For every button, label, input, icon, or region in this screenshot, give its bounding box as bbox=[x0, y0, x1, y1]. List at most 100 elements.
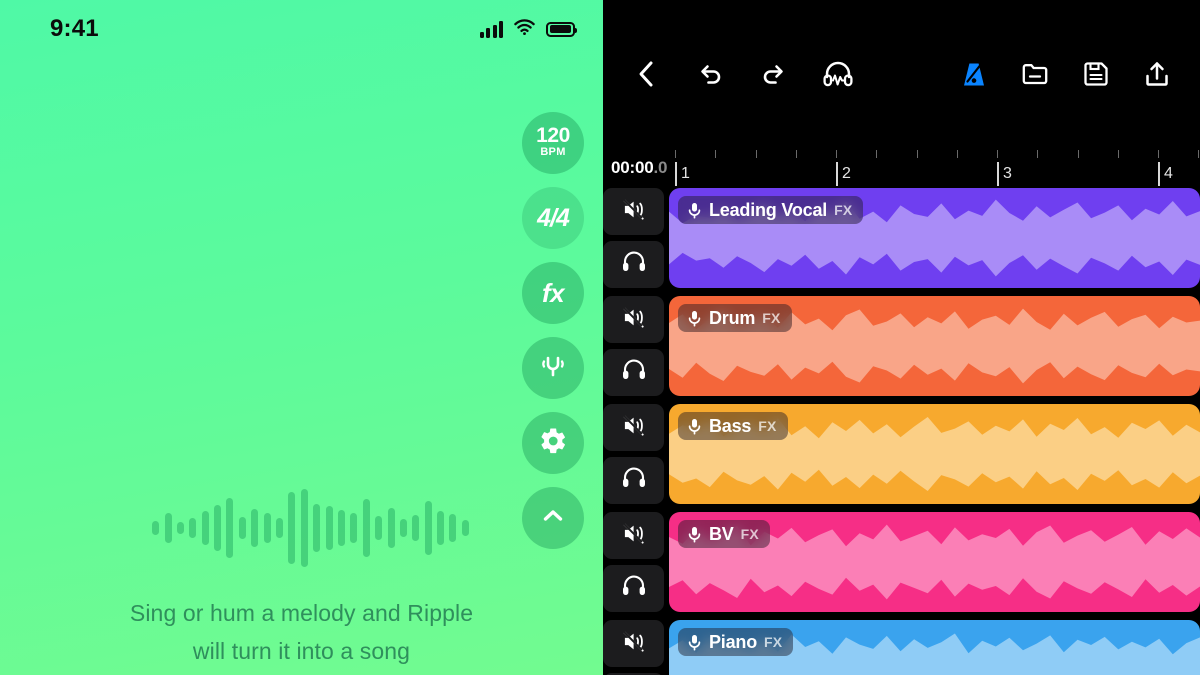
headphones-icon bbox=[621, 574, 647, 603]
tuning-fork-icon bbox=[538, 351, 568, 386]
audio-waveform-icon bbox=[134, 488, 469, 567]
track-header bbox=[603, 296, 669, 396]
clip-label[interactable]: Piano FX bbox=[678, 628, 794, 656]
ruler-tick bbox=[957, 150, 959, 158]
solo-button[interactable] bbox=[603, 241, 664, 288]
timeline-ruler[interactable]: 00:00.0 1234 bbox=[603, 148, 1200, 188]
clip-label[interactable]: Drum FX bbox=[678, 304, 792, 332]
toolbar-right-group bbox=[956, 56, 1175, 92]
status-bar: 9:41 bbox=[0, 0, 603, 58]
app-root: 9:41 120 BPM 4/4 fx Sing or hum a melody… bbox=[0, 0, 1200, 675]
audio-clip[interactable]: Leading Vocal FX bbox=[669, 188, 1200, 288]
record-hint: Sing or hum a melody and Ripple will tur… bbox=[0, 488, 603, 675]
clip-fx-badge: FX bbox=[740, 526, 759, 542]
track-row: Piano FX bbox=[603, 620, 1200, 675]
solo-button[interactable] bbox=[603, 457, 664, 504]
ruler-tick bbox=[1037, 150, 1039, 158]
waveform-bar bbox=[214, 504, 222, 551]
ruler-tick bbox=[1078, 150, 1080, 158]
metronome-button[interactable] bbox=[956, 56, 992, 92]
ruler-tick bbox=[715, 150, 717, 158]
audio-clip[interactable]: BV FX bbox=[669, 512, 1200, 612]
signal-icon bbox=[479, 20, 503, 38]
clip-title: Piano bbox=[709, 631, 758, 652]
waveform-bar bbox=[437, 510, 445, 545]
track-header bbox=[603, 404, 669, 504]
clip-fx-badge: FX bbox=[834, 202, 853, 218]
audio-clip[interactable]: Piano FX bbox=[669, 620, 1200, 675]
mute-button[interactable] bbox=[603, 620, 664, 667]
waveform-bar bbox=[387, 507, 395, 548]
monitor-button[interactable] bbox=[820, 56, 856, 92]
fx-label: fx bbox=[541, 277, 565, 308]
waveform-bar bbox=[313, 503, 321, 552]
track-header bbox=[603, 620, 669, 675]
redo-button[interactable] bbox=[756, 56, 792, 92]
waveform-bar bbox=[288, 491, 296, 564]
clip-label[interactable]: Leading Vocal FX bbox=[678, 196, 864, 224]
clip-title: Leading Vocal bbox=[709, 199, 828, 220]
clip-fx-badge: FX bbox=[762, 310, 781, 326]
waveform-bar bbox=[189, 517, 197, 538]
track-row: BV FX bbox=[603, 512, 1200, 612]
clip-label[interactable]: Bass FX bbox=[678, 412, 788, 440]
mute-button[interactable] bbox=[603, 404, 664, 451]
ruler-tick bbox=[796, 150, 798, 158]
microphone-icon bbox=[687, 202, 702, 219]
ruler-barline bbox=[675, 162, 677, 186]
time-signature-button[interactable]: 4/4 bbox=[522, 187, 584, 249]
status-bar-clock: 9:41 bbox=[50, 15, 99, 42]
mute-button[interactable] bbox=[603, 188, 664, 235]
back-button[interactable] bbox=[628, 56, 664, 92]
mute-button[interactable] bbox=[603, 296, 664, 343]
ruler-barline bbox=[836, 162, 838, 186]
ruler-bar-number: 3 bbox=[1003, 165, 1012, 182]
ruler-ticks: 1 2 3 4 bbox=[603, 148, 1200, 188]
microphone-icon bbox=[687, 526, 702, 543]
waveform-bar bbox=[375, 515, 383, 540]
audio-clip[interactable]: Drum FX bbox=[669, 296, 1200, 396]
solo-button[interactable] bbox=[603, 349, 664, 396]
daw-panel: 00:00.0 1234 Leading Vocal FX Drum FX Bass FX… bbox=[603, 0, 1200, 675]
track-header bbox=[603, 512, 669, 612]
mute-button[interactable] bbox=[603, 512, 664, 559]
audio-clip[interactable]: Bass FX bbox=[669, 404, 1200, 504]
waveform-bar bbox=[152, 520, 160, 535]
solo-button[interactable] bbox=[603, 565, 664, 612]
clip-fx-badge: FX bbox=[764, 634, 783, 650]
record-hint-line-2: will turn it into a song bbox=[192, 638, 411, 665]
time-signature-value: 4/4 bbox=[537, 203, 570, 232]
ruler-tick bbox=[876, 150, 878, 158]
waveform-bar bbox=[263, 512, 271, 543]
undo-button[interactable] bbox=[692, 56, 728, 92]
settings-button[interactable] bbox=[522, 412, 584, 474]
clip-label[interactable]: BV FX bbox=[678, 520, 770, 548]
waveform-bar bbox=[424, 500, 432, 555]
speaker-mute-icon bbox=[621, 413, 646, 443]
track-row: Drum FX bbox=[603, 296, 1200, 396]
ruler-tick bbox=[1158, 150, 1160, 158]
ruler-bar-number: 2 bbox=[842, 165, 851, 182]
ruler-bar-number: 1 bbox=[681, 165, 690, 182]
tool-rail: 120 BPM 4/4 fx bbox=[522, 112, 584, 549]
ruler-bar-number: 4 bbox=[1164, 165, 1173, 182]
waveform-bar bbox=[276, 517, 284, 538]
folder-icon[interactable] bbox=[1017, 56, 1053, 92]
track-row: Leading Vocal FX bbox=[603, 188, 1200, 288]
save-button[interactable] bbox=[1078, 56, 1114, 92]
tempo-unit: BPM bbox=[540, 146, 566, 159]
ruler-tick bbox=[917, 150, 919, 158]
toolbar-left-group bbox=[628, 56, 856, 92]
status-bar-icons bbox=[479, 18, 578, 40]
tempo-button[interactable]: 120 BPM bbox=[522, 112, 584, 174]
effects-button[interactable]: fx bbox=[522, 262, 584, 324]
speaker-mute-icon bbox=[621, 629, 646, 659]
waveform-bar bbox=[300, 488, 308, 567]
microphone-icon bbox=[687, 310, 702, 327]
tuner-button[interactable] bbox=[522, 337, 584, 399]
share-button[interactable] bbox=[1139, 56, 1175, 92]
headphones-icon bbox=[621, 358, 647, 387]
headphones-icon bbox=[621, 250, 647, 279]
ruler-tick bbox=[675, 150, 677, 158]
gear-icon bbox=[538, 426, 568, 461]
